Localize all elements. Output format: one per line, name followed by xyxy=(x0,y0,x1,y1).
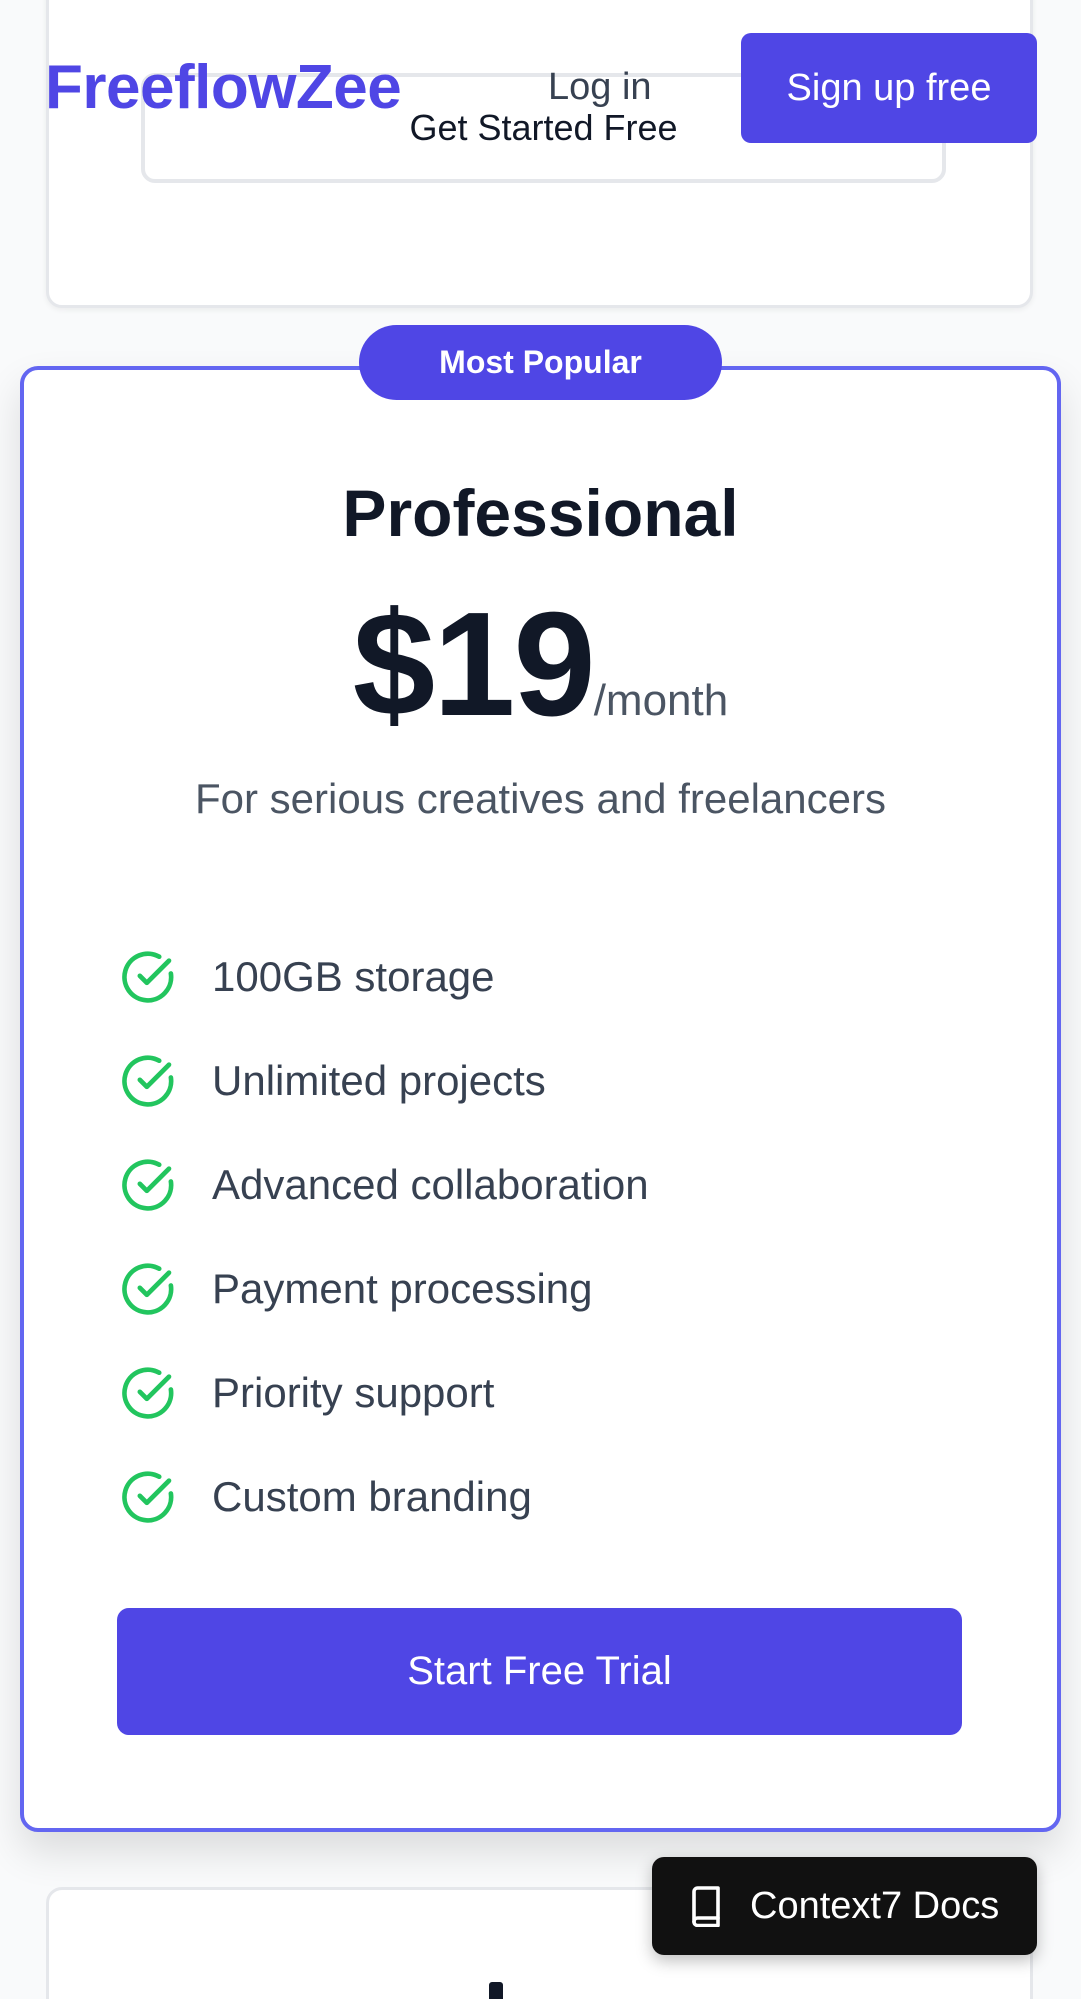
plan-name-fragment xyxy=(489,1982,503,1999)
feature-label: 100GB storage xyxy=(212,953,495,1000)
feature-item: 100GB storage xyxy=(120,925,649,1029)
check-circle-icon xyxy=(122,1055,174,1107)
page: Get Started Free FreeflowZee Log in Sign… xyxy=(0,0,1081,1999)
book-icon xyxy=(692,1886,720,1927)
price-period: /month xyxy=(593,676,729,725)
feature-item: Unlimited projects xyxy=(120,1029,649,1133)
most-popular-badge: Most Popular xyxy=(359,325,722,400)
feature-label: Advanced collaboration xyxy=(212,1161,649,1208)
plan-tagline: For serious creatives and freelancers xyxy=(195,775,886,822)
start-free-trial-button[interactable]: Start Free Trial xyxy=(117,1608,962,1735)
feature-label: Payment processing xyxy=(212,1265,593,1312)
login-link[interactable]: Log in xyxy=(548,66,652,109)
feature-label: Priority support xyxy=(212,1369,495,1416)
check-circle-icon xyxy=(122,1159,174,1211)
plan-name: Professional xyxy=(342,476,739,550)
check-circle-icon xyxy=(122,1471,174,1523)
feature-label: Unlimited projects xyxy=(212,1057,546,1104)
feature-item: Priority support xyxy=(120,1341,649,1445)
check-circle-icon xyxy=(122,1367,174,1419)
signup-button[interactable]: Sign up free xyxy=(741,33,1037,143)
site-header: FreeflowZee Log in Sign up free xyxy=(0,0,1081,160)
feature-item: Custom branding xyxy=(120,1445,649,1549)
logo[interactable]: FreeflowZee xyxy=(45,52,402,123)
plan-price: $19 xyxy=(352,582,596,747)
price-row: $19/month xyxy=(24,580,1057,750)
check-circle-icon xyxy=(122,951,174,1003)
professional-plan-card: Professional $19/month For serious creat… xyxy=(20,366,1061,1832)
feature-item: Payment processing xyxy=(120,1237,649,1341)
feature-list: 100GB storage Unlimited projects Advance… xyxy=(120,925,649,1549)
context7-docs-button[interactable]: Context7 Docs xyxy=(652,1857,1037,1955)
feature-label: Custom branding xyxy=(212,1473,532,1520)
check-circle-icon xyxy=(122,1263,174,1315)
docs-label: Context7 Docs xyxy=(750,1884,1000,1927)
feature-item: Advanced collaboration xyxy=(120,1133,649,1237)
